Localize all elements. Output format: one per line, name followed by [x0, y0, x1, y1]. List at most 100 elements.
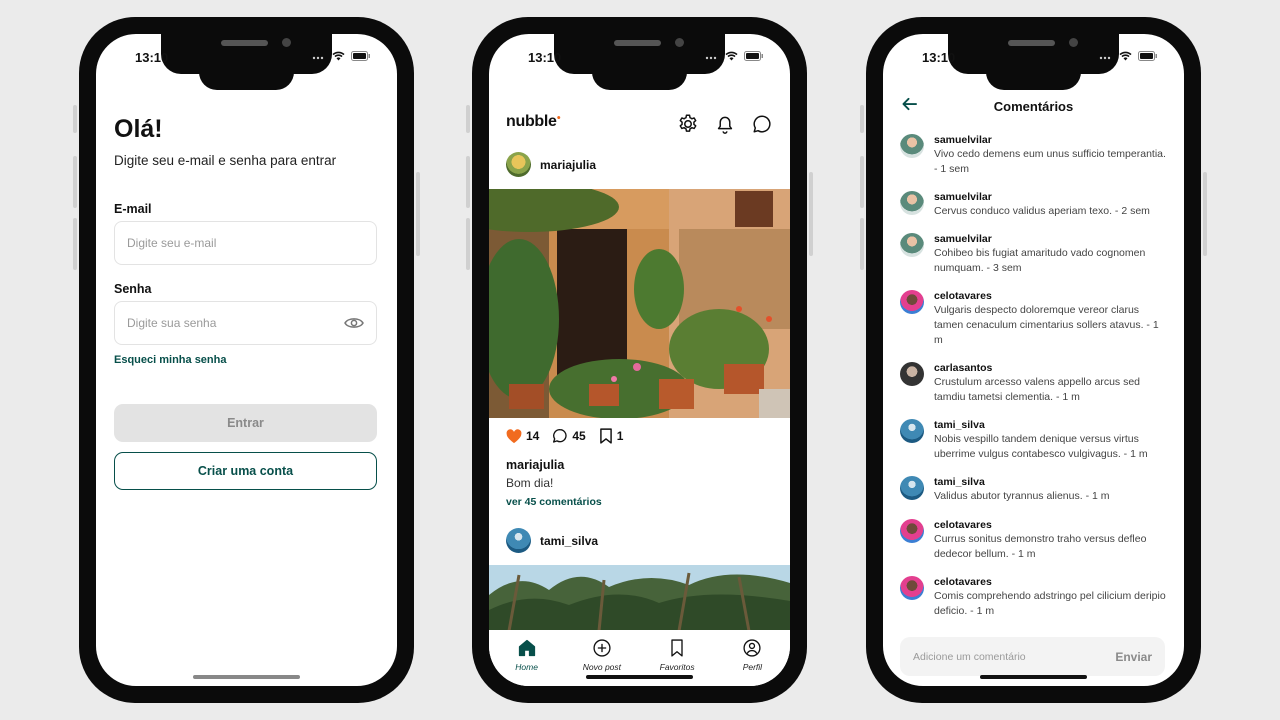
comment-item: samuelvilar Cervus conduco validus aperia…: [900, 191, 1170, 219]
password-placeholder: Digite sua senha: [127, 316, 217, 330]
chat-icon[interactable]: [751, 113, 773, 135]
comment-username: celotavares: [934, 290, 992, 302]
comment-count: 45: [572, 429, 586, 443]
eye-icon[interactable]: [344, 316, 364, 330]
phone-login: 13:10 Olá! Digite seu e-mail e senha par…: [73, 17, 420, 703]
power-button: [809, 172, 813, 256]
power-button: [1203, 172, 1207, 256]
notch: [554, 34, 725, 74]
page-title: Comentários: [993, 99, 1074, 114]
avatar: [900, 419, 924, 443]
post-image[interactable]: [489, 189, 790, 418]
signal-icon: [312, 56, 324, 60]
favorite-button[interactable]: 1: [599, 428, 623, 444]
battery-icon: [744, 51, 763, 61]
comment-text: Validus abutor tyrannus alienus. - 1 m: [934, 490, 1110, 502]
comment-username: celotavares: [934, 576, 992, 588]
wifi-icon: [332, 51, 345, 61]
email-label: E-mail: [114, 202, 152, 216]
view-comments-link[interactable]: ver 45 comentários: [506, 496, 602, 508]
comment-item: celotavares Comis comprehendo adstringo p…: [900, 576, 1170, 619]
forgot-password-link[interactable]: Esqueci minha senha: [114, 354, 226, 366]
post-actions: 14 45 1: [506, 428, 623, 444]
avatar: [900, 134, 924, 158]
tab-label: Novo post: [582, 662, 622, 672]
bookmark-icon: [671, 639, 683, 657]
avatar: [506, 528, 531, 553]
tab-label: Perfil: [742, 662, 763, 672]
post-header[interactable]: tami_silva: [506, 528, 598, 553]
page-subtitle: Digite seu e-mail e senha para entrar: [114, 153, 337, 168]
comments-screen: 13:10 Comentários samuelvilar Vivo cedo d…: [883, 34, 1184, 686]
phone-feed: 13:10 nubble● mariajulia 14 45 1 mariaju…: [466, 17, 813, 703]
notch: [161, 34, 332, 74]
comment-item: celotavares Vulgaris despecto doloremque …: [900, 290, 1170, 348]
comment-item: celotavares Currus sonitus demonstro trah…: [900, 519, 1170, 562]
comment-item: samuelvilar Cohibeo bis fugiat amaritudo …: [900, 233, 1170, 276]
bookmark-icon: [599, 428, 612, 444]
app-logo: nubble●: [506, 113, 561, 130]
profile-icon: [743, 639, 761, 657]
comment-text: Cohibeo bis fugiat amaritudo vado cognom…: [934, 247, 1146, 274]
status-icons: [312, 51, 371, 61]
tab-profile[interactable]: Perfil: [715, 630, 790, 686]
comment-item: tami_silva Nobis vespillo tandem denique …: [900, 419, 1170, 462]
status-time: 13:10: [922, 50, 956, 65]
comment-username: tami_silva: [934, 476, 985, 488]
post-header[interactable]: mariajulia: [506, 152, 596, 177]
signal-icon: [1099, 56, 1111, 60]
mute-switch: [860, 105, 864, 133]
home-indicator: [586, 675, 693, 679]
status-time: 13:10: [528, 50, 562, 65]
home-indicator: [193, 675, 300, 679]
plus-circle-icon: [593, 639, 611, 657]
comment-username: tami_silva: [934, 419, 985, 431]
page-title: Olá!: [114, 115, 163, 143]
password-field[interactable]: Digite sua senha: [114, 301, 377, 345]
volume-down-button: [860, 218, 864, 270]
avatar: [900, 233, 924, 257]
enter-button[interactable]: Entrar: [114, 404, 377, 442]
comment-username: samuelvilar: [934, 134, 992, 146]
gear-icon[interactable]: [677, 113, 699, 135]
post-username: tami_silva: [540, 533, 599, 548]
password-label: Senha: [114, 282, 152, 296]
login-screen: 13:10 Olá! Digite seu e-mail e senha par…: [96, 34, 397, 686]
volume-up-button: [73, 156, 77, 208]
comment-button[interactable]: 45: [552, 428, 586, 444]
battery-icon: [1138, 51, 1157, 61]
comment-text: Nobis vespillo tandem denique versus vir…: [934, 433, 1148, 460]
tab-home[interactable]: Home: [489, 630, 564, 686]
status-time: 13:10: [135, 50, 169, 65]
post-username: mariajulia: [540, 157, 597, 172]
create-account-button[interactable]: Criar uma conta: [114, 452, 377, 490]
home-icon: [518, 639, 535, 657]
email-field[interactable]: Digite seu e-mail: [114, 221, 377, 265]
volume-up-button: [466, 156, 470, 208]
comment-text: Comis comprehendo adstringo pel cilicium…: [934, 590, 1166, 617]
comment-text: Crustulum arcesso valens appello arcus s…: [934, 376, 1141, 403]
send-button[interactable]: Enviar: [1115, 650, 1152, 664]
avatar: [506, 152, 531, 177]
power-button: [416, 172, 420, 256]
comment-item: samuelvilar Vivo cedo demens eum unus suf…: [900, 134, 1170, 177]
comment-item: tami_silva Validus abutor tyrannus alienu…: [900, 476, 1170, 504]
comment-text: Cervus conduco validus aperiam texo. - 2…: [934, 205, 1150, 217]
comment-icon: [553, 429, 567, 443]
status-icons: [705, 51, 764, 61]
avatar: [900, 191, 924, 215]
avatar: [900, 576, 924, 600]
comment-input-placeholder: Adicione um comentário: [913, 650, 1026, 663]
mute-switch: [466, 105, 470, 133]
like-button[interactable]: 14: [506, 428, 540, 444]
status-icons: [1099, 51, 1158, 61]
heart-icon: [506, 428, 522, 443]
bell-icon[interactable]: [714, 113, 736, 135]
tab-label: Favoritos: [659, 662, 695, 672]
comment-text: Vulgaris despecto doloremque vereor clar…: [934, 304, 1159, 346]
comment-item: carlasantos Crustulum arcesso valens appe…: [900, 362, 1170, 405]
comment-input[interactable]: Adicione um comentário Enviar: [900, 637, 1165, 676]
comment-username: samuelvilar: [934, 191, 992, 203]
post-image[interactable]: [489, 565, 790, 631]
like-count: 14: [526, 429, 540, 443]
